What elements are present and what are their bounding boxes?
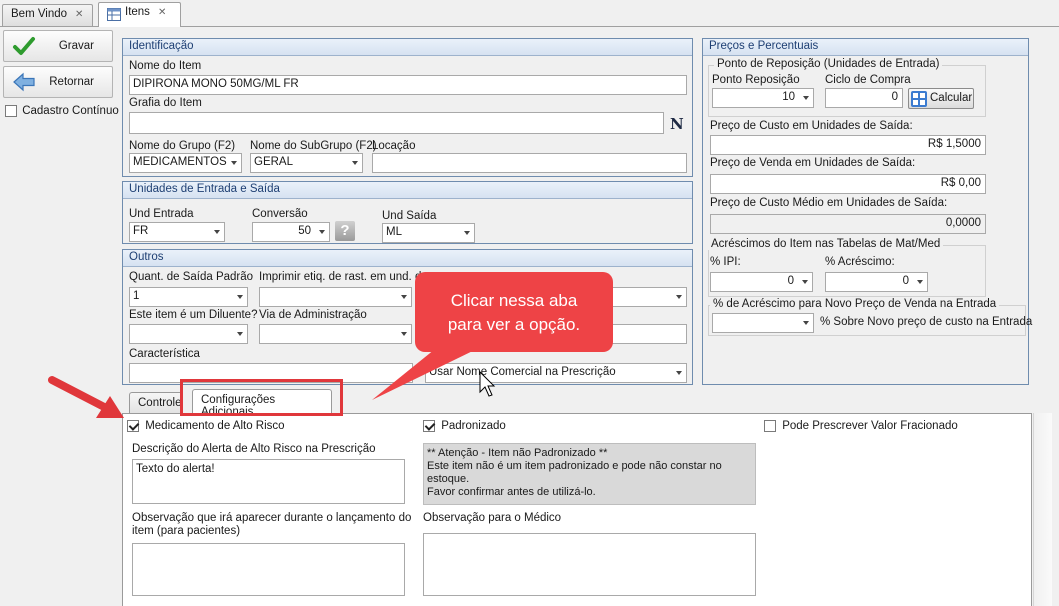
callout-tail (372, 345, 485, 400)
arrow-line (48, 376, 114, 414)
cursor-icon (479, 370, 496, 397)
callout-line: Clicar nessa aba (450, 291, 578, 310)
callout-line: para ver a opção. (447, 315, 581, 334)
annotation-callout: Clicar nessa aba para ver a opção. (415, 272, 613, 352)
